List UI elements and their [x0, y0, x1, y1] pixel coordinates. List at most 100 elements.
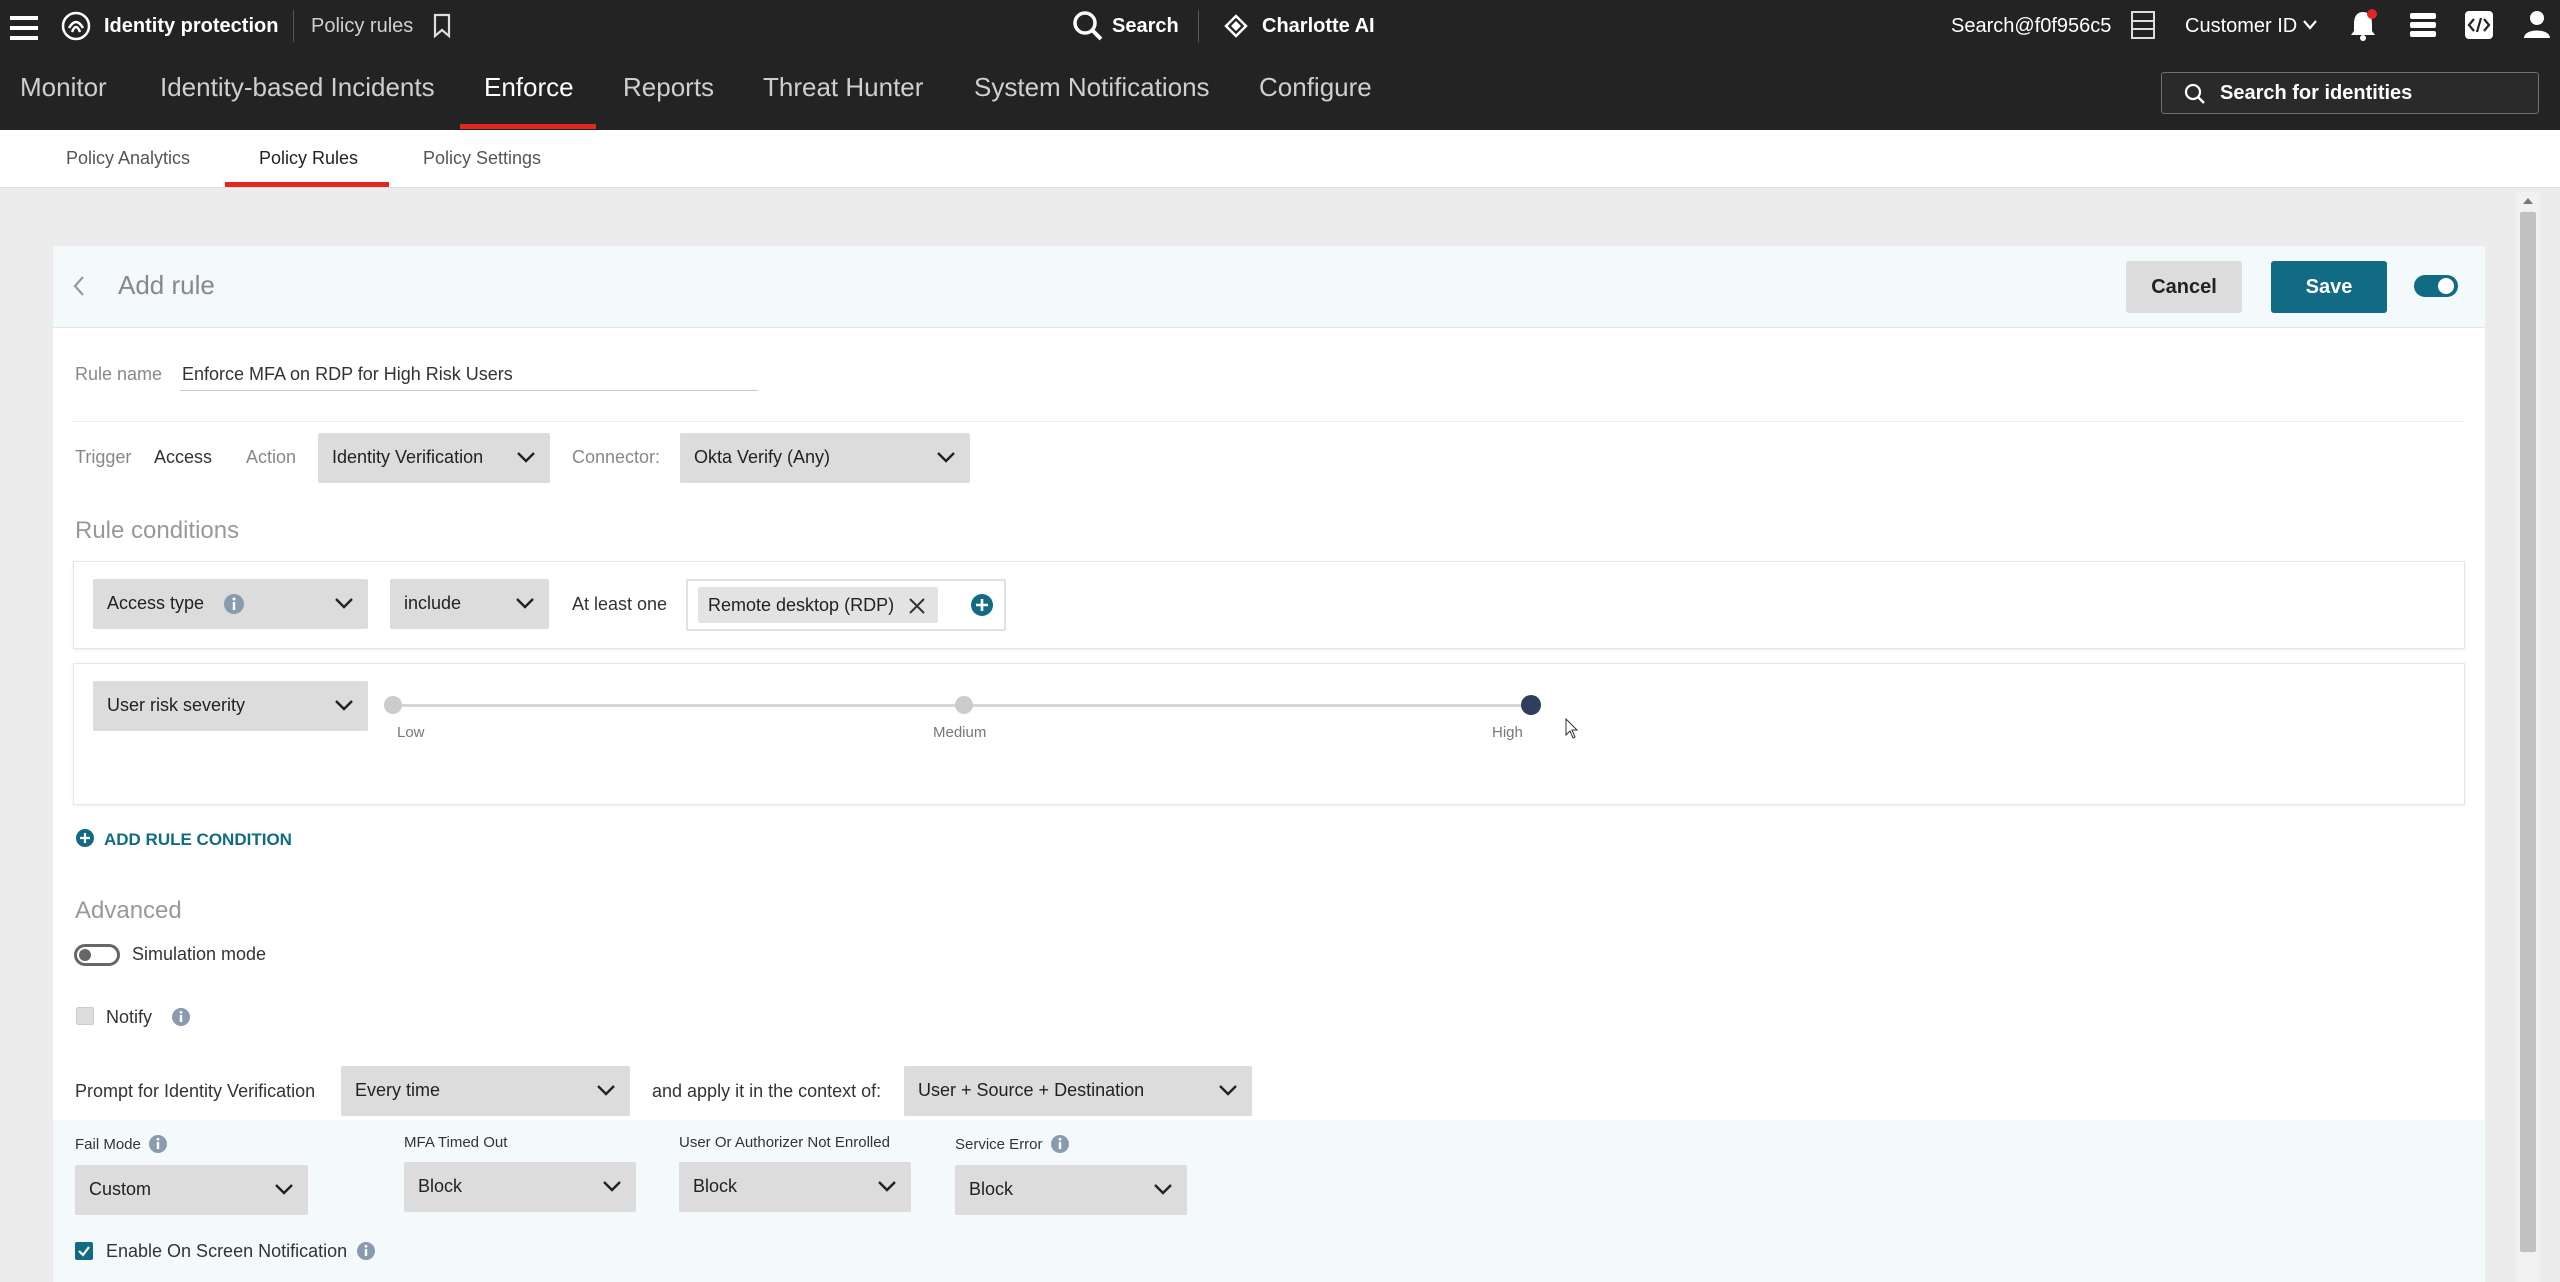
connector-select[interactable]: Okta Verify (Any) [680, 433, 970, 483]
nav-enforce[interactable]: Enforce [484, 72, 574, 103]
notify-checkbox[interactable] [76, 1007, 94, 1025]
simulation-mode-toggle[interactable] [74, 944, 120, 966]
save-button[interactable]: Save [2271, 261, 2387, 313]
action-select-value: Identity Verification [332, 447, 484, 467]
access-type-label: Access type [107, 593, 205, 613]
not-enrolled-select[interactable]: Block [679, 1162, 911, 1212]
context-label: and apply it in the context of: [652, 1081, 882, 1101]
rule-enabled-toggle[interactable] [2414, 275, 2458, 297]
mfa-timeout-label: MFA Timed Out [404, 1134, 508, 1151]
divider [293, 10, 294, 42]
toggle-knob [79, 949, 91, 961]
trigger-label: Trigger [75, 447, 132, 467]
nav-system-notifications[interactable]: System Notifications [974, 72, 1210, 103]
bookmark-icon[interactable] [432, 13, 452, 39]
fail-mode-select[interactable]: Custom [75, 1165, 308, 1215]
page-title: Policy rules [311, 15, 414, 37]
risk-low-dot[interactable] [384, 696, 402, 714]
connector-label: Connector: [572, 447, 661, 467]
chevron-down-icon [335, 598, 353, 609]
chevron-down-icon [517, 452, 535, 463]
tab-policy-rules[interactable]: Policy Rules [259, 148, 358, 169]
service-error-select[interactable]: Block [955, 1165, 1187, 1215]
operator-select[interactable]: include [390, 579, 549, 629]
value-tag: Remote desktop (RDP) [698, 587, 938, 623]
global-search-button[interactable]: Search [1112, 15, 1179, 38]
back-chevron-icon[interactable] [71, 274, 87, 298]
tab-policy-settings[interactable]: Policy Settings [423, 148, 541, 169]
add-value-icon[interactable] [970, 593, 994, 617]
toggle-knob [2438, 278, 2454, 294]
risk-high-dot[interactable] [1521, 695, 1541, 715]
chevron-down-icon [1154, 1184, 1172, 1195]
rule-name-label: Rule name [75, 364, 163, 384]
not-enrolled-label: User Or Authorizer Not Enrolled [679, 1134, 890, 1151]
search-icon [2184, 83, 2205, 104]
trigger-value: Access [154, 447, 213, 467]
nav-identity-based-incidents[interactable]: Identity-based Incidents [160, 72, 435, 103]
info-icon[interactable] [223, 593, 245, 615]
rule-conditions-title: Rule conditions [75, 517, 240, 544]
rule-name-input[interactable]: Enforce MFA on RDP for High Risk Users [182, 364, 513, 385]
activity-icon[interactable] [2408, 10, 2438, 40]
tenant-icon[interactable] [2130, 10, 2156, 40]
risk-level-high: High [1492, 724, 1523, 741]
app-title[interactable]: Identity protection [104, 15, 278, 38]
prompt-frequency-select[interactable]: Every time [341, 1066, 630, 1116]
mfa-timeout-select[interactable]: Block [404, 1162, 636, 1212]
advanced-title: Advanced [75, 897, 182, 924]
access-type-values[interactable]: Remote desktop (RDP) [686, 579, 1006, 631]
service-error-label: Service Error [955, 1136, 1043, 1153]
check-icon [78, 1246, 90, 1257]
user-avatar-icon[interactable] [2522, 8, 2552, 40]
quantifier-label: At least one [572, 594, 668, 614]
tab-policy-analytics[interactable]: Policy Analytics [66, 148, 190, 169]
developer-icon[interactable] [2464, 10, 2494, 40]
scroll-up-arrow-icon[interactable] [2522, 196, 2534, 206]
nav-reports[interactable]: Reports [623, 72, 714, 103]
menu-icon[interactable] [8, 14, 40, 42]
cancel-button[interactable]: Cancel [2126, 261, 2242, 313]
info-icon[interactable] [356, 1241, 376, 1261]
add-rule-condition-button[interactable]: ADD RULE CONDITION [104, 830, 292, 850]
simulation-mode-label: Simulation mode [132, 944, 267, 964]
customer-id-dropdown[interactable]: Customer ID [2185, 15, 2297, 38]
operator-value: include [404, 593, 462, 613]
nav-configure[interactable]: Configure [1259, 72, 1372, 103]
chevron-down-icon [937, 452, 955, 463]
chevron-down-icon [2303, 20, 2317, 30]
remove-tag-icon[interactable] [908, 597, 926, 615]
active-nav-indicator [460, 124, 596, 129]
card-header: Add rule Cancel Save [53, 246, 2485, 328]
service-error-value: Block [969, 1179, 1014, 1199]
scrollbar-thumb[interactable] [2520, 212, 2536, 1252]
page-scrollbar[interactable] [2516, 192, 2540, 1282]
action-select[interactable]: Identity Verification [318, 433, 550, 483]
add-circle-icon[interactable] [75, 828, 95, 848]
nav-monitor[interactable]: Monitor [20, 72, 107, 103]
on-screen-notification-label: Enable On Screen Notification [106, 1241, 348, 1261]
info-icon[interactable] [148, 1134, 168, 1154]
charlotte-ai-icon[interactable] [1222, 12, 1250, 40]
info-icon[interactable] [171, 1007, 191, 1027]
chevron-down-icon [603, 1181, 621, 1192]
user-account[interactable]: Search@f0f956c5 [1951, 15, 2111, 38]
connector-select-value: Okta Verify (Any) [694, 447, 831, 467]
info-icon[interactable] [1050, 1134, 1070, 1154]
nav-threat-hunter[interactable]: Threat Hunter [763, 72, 923, 103]
identity-search-input[interactable]: Search for identities [2161, 72, 2539, 114]
context-select[interactable]: User + Source + Destination [904, 1066, 1252, 1116]
user-risk-field-select[interactable]: User risk severity [93, 681, 368, 731]
risk-level-medium: Medium [933, 724, 987, 741]
identity-logo-icon [61, 11, 91, 41]
search-icon[interactable] [1072, 10, 1104, 42]
notifications-bell-icon[interactable] [2348, 8, 2378, 42]
rule-name-underline [180, 390, 758, 391]
identity-search-placeholder: Search for identities [2220, 82, 2413, 104]
on-screen-notification-checkbox[interactable] [75, 1242, 93, 1260]
charlotte-ai-button[interactable]: Charlotte AI [1262, 15, 1375, 38]
top-bar: Identity protection Policy rules Search … [0, 0, 2560, 130]
fail-mode-label: Fail Mode [75, 1136, 141, 1153]
risk-medium-dot[interactable] [955, 696, 973, 714]
access-type-field-select[interactable]: Access type [93, 579, 368, 629]
